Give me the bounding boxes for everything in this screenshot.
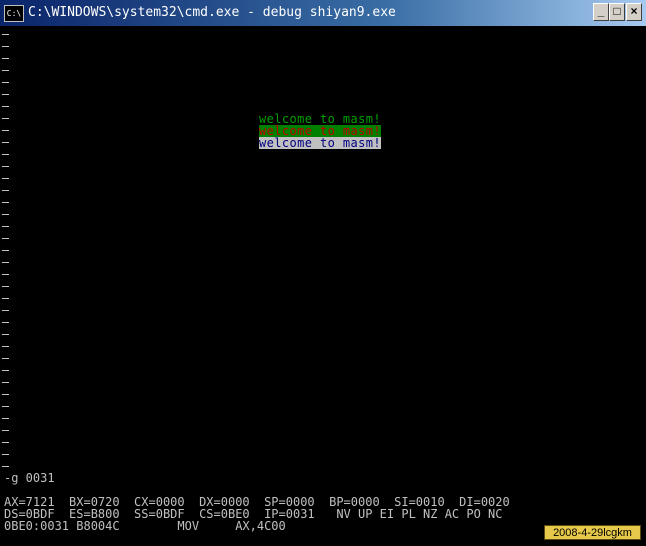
title-bar[interactable]: C:\ C:\WINDOWS\system32\cmd.exe - debug … [0, 0, 646, 26]
window-title: C:\WINDOWS\system32\cmd.exe - debug shiy… [28, 5, 396, 20]
maximize-button[interactable]: □ [609, 3, 625, 21]
console-area[interactable]: welcome to masm! welcome to masm! welcom… [0, 26, 646, 546]
minimize-button[interactable]: _ [593, 3, 609, 21]
welcome-line-blue-on-white: welcome to masm! [259, 136, 381, 150]
command-line: -g 0031 [4, 471, 55, 485]
watermark-badge: 2008-4-29lcgkm [544, 525, 641, 540]
close-button[interactable]: × [626, 3, 642, 21]
cmd-icon[interactable]: C:\ [4, 5, 24, 22]
prompt-ticks [2, 34, 9, 474]
instruction-line: 0BE0:0031 B8004C MOV AX,4C00 [4, 519, 286, 533]
